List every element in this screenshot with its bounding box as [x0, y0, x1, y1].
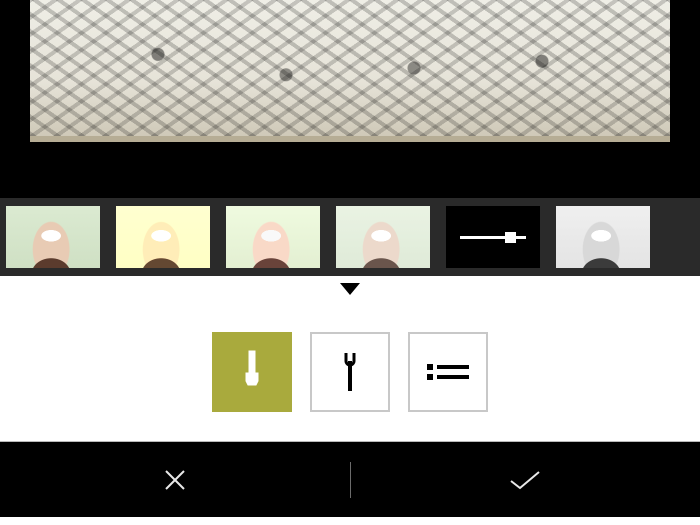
slider-track — [460, 236, 526, 239]
cancel-button[interactable] — [0, 442, 350, 517]
wrench-icon — [341, 349, 359, 395]
filter-thumb-f2[interactable] — [116, 206, 210, 268]
list-icon — [427, 360, 469, 384]
close-icon — [162, 467, 188, 493]
adjust-tool[interactable] — [310, 332, 390, 412]
filter-thumb-f4[interactable] — [336, 206, 430, 268]
bottom-bar — [0, 442, 700, 517]
tool-tabs — [0, 302, 700, 442]
photo-preview[interactable] — [30, 0, 670, 142]
brush-icon — [241, 349, 263, 395]
collapse-row — [0, 276, 700, 302]
filter-thumb-f3[interactable] — [226, 206, 320, 268]
brush-tool[interactable] — [212, 332, 292, 412]
preview-area — [0, 0, 700, 198]
filter-thumb-f1[interactable] — [6, 206, 100, 268]
slider-knob[interactable] — [505, 232, 516, 243]
filter-intensity-slider[interactable] — [446, 206, 540, 268]
presets-tool[interactable] — [408, 332, 488, 412]
confirm-button[interactable] — [351, 442, 700, 517]
check-icon — [508, 469, 542, 491]
filter-thumb-f5[interactable] — [556, 206, 650, 268]
filter-strip — [0, 198, 700, 276]
chevron-down-icon[interactable] — [340, 283, 360, 295]
